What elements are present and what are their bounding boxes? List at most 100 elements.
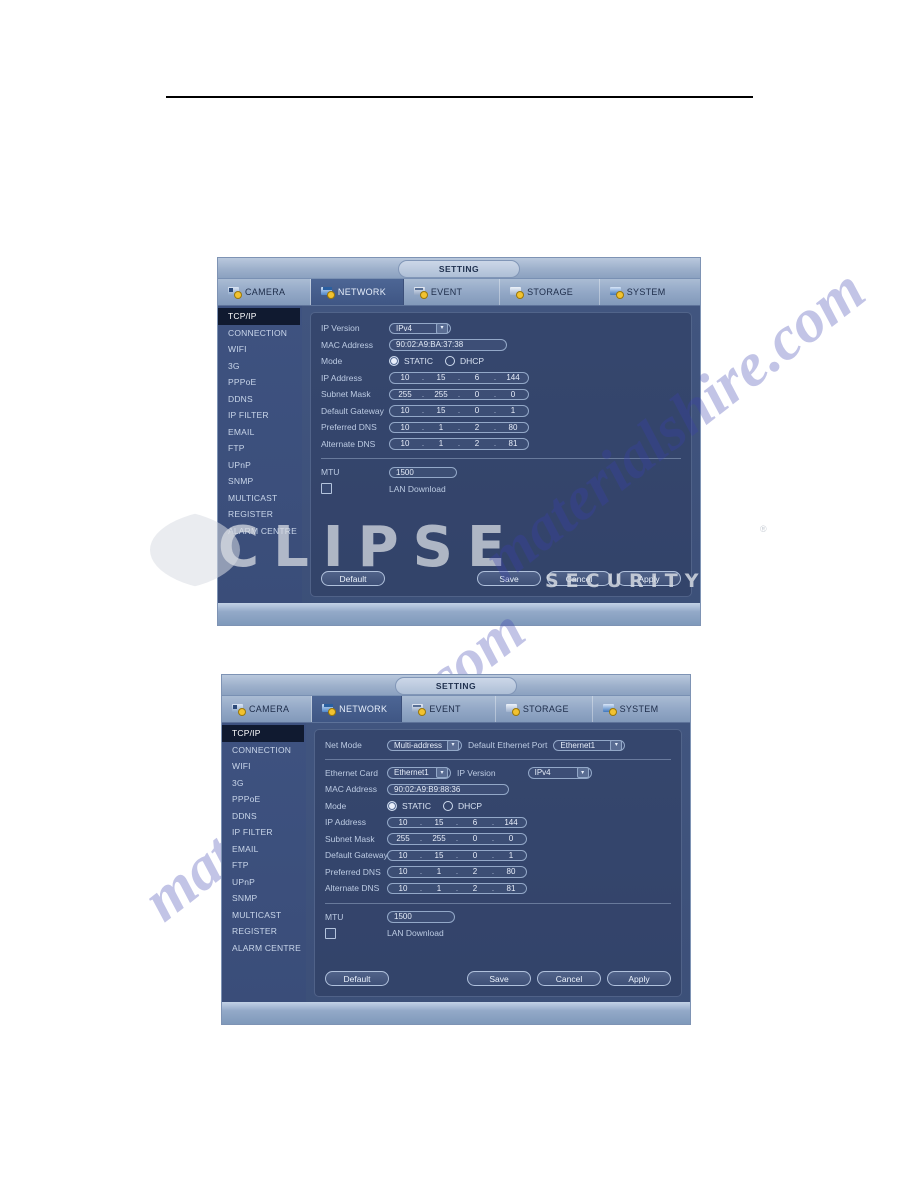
sidebar-item-register[interactable]: REGISTER	[222, 923, 306, 940]
sidebar-label: CONNECTION	[232, 744, 292, 755]
row-mode: Mode STATIC DHCP	[321, 353, 681, 370]
sidebar-label: UPnP	[232, 876, 256, 887]
chevron-down-icon[interactable]: ▾	[576, 767, 589, 779]
sidebar-item-email[interactable]: EMAIL	[218, 424, 302, 441]
tab-storage[interactable]: STORAGE	[496, 696, 593, 722]
dialog2-body: TCP/IP CONNECTION WIFI 3G PPPoE DDNS IP …	[222, 723, 690, 1004]
sidebar-item-tcpip[interactable]: TCP/IP	[218, 308, 300, 325]
ethernet-card-select[interactable]: Ethernet1 ▾	[387, 767, 451, 779]
net-mode-label: Net Mode	[325, 740, 362, 751]
sidebar-item-tcpip[interactable]: TCP/IP	[222, 725, 304, 742]
sidebar-item-3g[interactable]: 3G	[218, 358, 302, 375]
alternate-dns-input[interactable]: 10. 1. 2. 81	[389, 438, 529, 450]
tab-camera[interactable]: CAMERA	[218, 279, 311, 305]
chevron-down-icon[interactable]: ▾	[436, 322, 448, 334]
sidebar-item-pppoe[interactable]: PPPoE	[222, 791, 306, 808]
apply-button[interactable]: Apply	[607, 971, 671, 986]
sidebar-item-multicast[interactable]: MULTICAST	[218, 490, 302, 507]
tab-system[interactable]: SYSTEM	[600, 279, 700, 305]
default-ethernet-port-label: Default Ethernet Port	[468, 740, 548, 751]
row-subnet-mask: Subnet Mask 255. 255. 0. 0	[325, 831, 671, 848]
octet-4: 144	[504, 817, 518, 827]
apply-button[interactable]: Apply	[617, 571, 681, 586]
sidebar-item-wifi[interactable]: WIFI	[222, 758, 306, 775]
sidebar-item-snmp[interactable]: SNMP	[222, 890, 306, 907]
lan-download-checkbox[interactable]	[321, 483, 332, 495]
default-button[interactable]: Default	[321, 571, 385, 586]
preferred-dns-input[interactable]: 10. 1. 2. 80	[387, 866, 527, 878]
sidebar-item-connection[interactable]: CONNECTION	[222, 742, 306, 759]
row-alternate-dns: Alternate DNS 10. 1. 2. 81	[321, 436, 681, 453]
octet-2: 15	[436, 373, 446, 383]
sidebar-item-upnp[interactable]: UPnP	[218, 457, 302, 474]
net-mode-select[interactable]: Multi-address ▾	[387, 739, 462, 751]
save-button[interactable]: Save	[477, 571, 541, 586]
sidebar-item-ftp[interactable]: FTP	[222, 857, 306, 874]
ip-version-label: IP Version	[457, 767, 496, 778]
sidebar-item-ddns[interactable]: DDNS	[222, 808, 306, 825]
sidebar-label: PPPoE	[232, 794, 261, 805]
mode-dhcp-label: DHCP	[459, 356, 485, 367]
subnet-mask-input[interactable]: 255. 255. 0. 0	[387, 833, 527, 845]
sidebar-label: TCP/IP	[232, 728, 261, 739]
cancel-button[interactable]: Cancel	[537, 971, 601, 986]
sidebar-item-alarm-centre[interactable]: ALARM CENTRE	[222, 940, 306, 957]
ethernet-card-label: Ethernet Card	[325, 767, 378, 778]
mode-dhcp-radio[interactable]: DHCP	[442, 800, 482, 811]
dialog2-footer	[222, 1002, 690, 1024]
radio-icon	[444, 356, 455, 367]
sidebar-item-multicast[interactable]: MULTICAST	[222, 907, 306, 924]
mtu-input[interactable]: 1500	[389, 466, 457, 478]
sidebar-item-snmp[interactable]: SNMP	[218, 473, 302, 490]
row-mtu: MTU 1500	[321, 464, 681, 481]
sidebar-item-alarm-centre[interactable]: ALARM CENTRE	[218, 523, 302, 540]
mode-static-radio[interactable]: STATIC	[387, 800, 431, 811]
octet-2: 1	[436, 867, 442, 877]
alternate-dns-label: Alternate DNS	[321, 438, 376, 449]
cancel-button[interactable]: Cancel	[547, 571, 611, 586]
mac-address-value: 90:02:A9:B9:88:36	[387, 783, 509, 795]
chevron-down-icon[interactable]: ▾	[610, 739, 623, 751]
sidebar-item-wifi[interactable]: WIFI	[218, 341, 302, 358]
sidebar-item-register[interactable]: REGISTER	[218, 506, 302, 523]
dialog1-title: SETTING	[398, 260, 520, 278]
default-gateway-input[interactable]: 10. 15. 0. 1	[387, 849, 527, 861]
sidebar-item-3g[interactable]: 3G	[222, 775, 306, 792]
ip-version-select[interactable]: IPv4 ▾	[527, 767, 592, 779]
mode-static-radio[interactable]: STATIC	[389, 356, 433, 367]
ip-version-select[interactable]: IPv4 ▾	[389, 322, 451, 334]
alternate-dns-input[interactable]: 10. 1. 2. 81	[387, 882, 527, 894]
tab-network[interactable]: NETWORK	[312, 696, 403, 722]
tab-event[interactable]: EVENT	[402, 696, 496, 722]
default-ethernet-port-select[interactable]: Ethernet1 ▾	[553, 739, 626, 751]
mode-dhcp-radio[interactable]: DHCP	[444, 356, 485, 367]
dialog2-button-row: Default Save Cancel Apply	[325, 971, 671, 986]
sidebar-label: EMAIL	[232, 843, 259, 854]
sidebar-item-pppoe[interactable]: PPPoE	[218, 374, 302, 391]
sidebar-item-connection[interactable]: CONNECTION	[218, 325, 302, 342]
preferred-dns-input[interactable]: 10. 1. 2. 80	[389, 421, 529, 433]
ip-address-input[interactable]: 10. 15. 6. 144	[389, 372, 529, 384]
subnet-mask-input[interactable]: 255. 255. 0. 0	[389, 388, 529, 400]
sidebar-item-ddns[interactable]: DDNS	[218, 391, 302, 408]
chevron-down-icon[interactable]: ▾	[447, 739, 459, 751]
tab-network[interactable]: NETWORK	[310, 279, 404, 305]
tab-event[interactable]: EVENT	[404, 279, 501, 305]
chevron-down-icon[interactable]: ▾	[436, 767, 448, 779]
sidebar-item-email[interactable]: EMAIL	[222, 841, 306, 858]
sidebar-item-ftp[interactable]: FTP	[218, 440, 302, 457]
ip-address-input[interactable]: 10. 15. 6. 144	[387, 816, 527, 828]
sidebar-item-upnp[interactable]: UPnP	[222, 874, 306, 891]
mtu-input[interactable]: 1500	[387, 911, 455, 923]
tab-camera[interactable]: CAMERA	[222, 696, 313, 722]
default-button[interactable]: Default	[325, 971, 389, 986]
lan-download-checkbox[interactable]	[325, 927, 336, 939]
octet-1: 10	[400, 406, 410, 416]
tab-system[interactable]: SYSTEM	[593, 696, 690, 722]
default-gateway-input[interactable]: 10. 15. 0. 1	[389, 405, 529, 417]
sidebar-label: 3G	[232, 777, 244, 788]
sidebar-item-ip-filter[interactable]: IP FILTER	[222, 824, 306, 841]
save-button[interactable]: Save	[467, 971, 531, 986]
sidebar-item-ip-filter[interactable]: IP FILTER	[218, 407, 302, 424]
tab-storage[interactable]: STORAGE	[500, 279, 600, 305]
